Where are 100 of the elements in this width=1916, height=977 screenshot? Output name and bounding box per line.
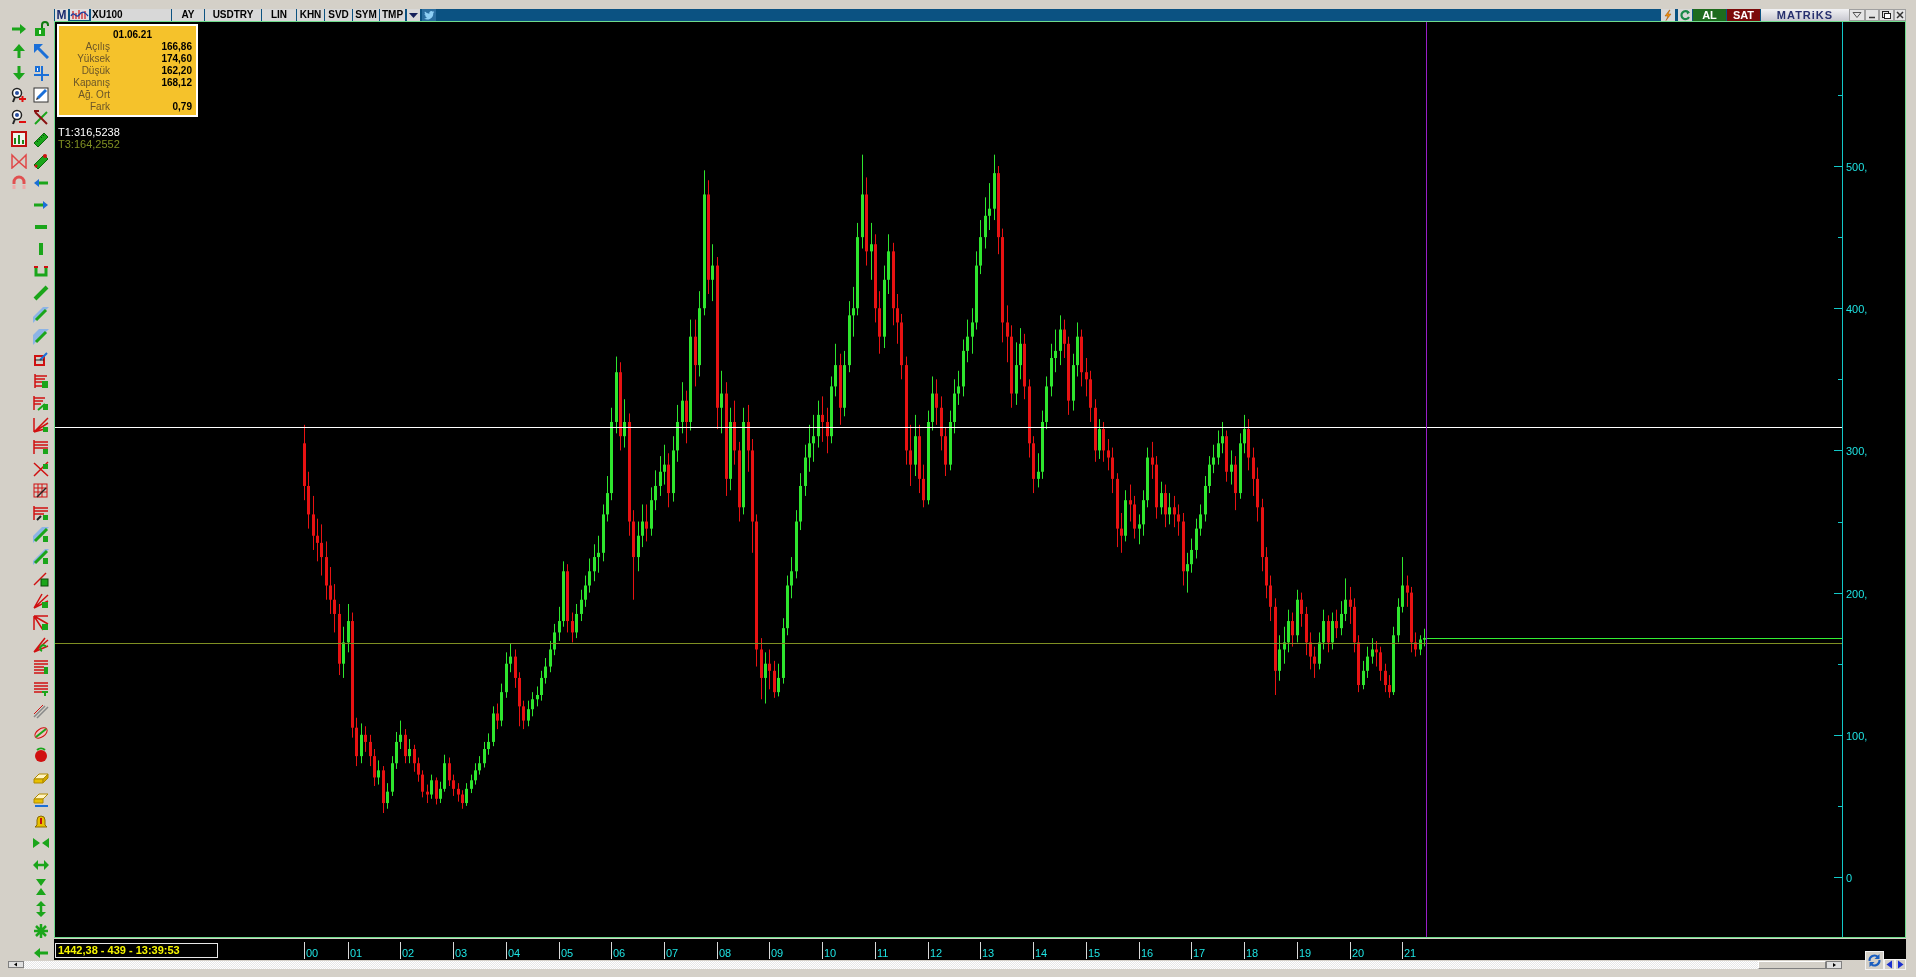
hatched-line-icon[interactable] xyxy=(33,527,49,543)
grid-lines-icon[interactable] xyxy=(33,373,49,389)
line-label: T3:164,2552 xyxy=(57,138,120,150)
axis-label: 15 xyxy=(1088,947,1101,959)
bowtie-icon[interactable] xyxy=(11,153,27,169)
axis-label: 20 xyxy=(1352,947,1365,959)
level-lines-icon[interactable] xyxy=(33,681,49,697)
diagonal-line-icon[interactable] xyxy=(33,285,49,301)
bracket-icon[interactable] xyxy=(33,263,49,279)
symbol-field[interactable]: XU100 xyxy=(91,9,171,21)
axis-label: 01 xyxy=(350,947,363,959)
crossed-lines-icon[interactable] xyxy=(33,109,49,125)
restore-icon[interactable] xyxy=(1879,9,1894,21)
toolbar-button[interactable]: SYM xyxy=(353,9,379,21)
axis-label: 13 xyxy=(982,947,995,959)
axis-label: 11 xyxy=(877,947,889,959)
toolbar-button[interactable]: TMP xyxy=(380,9,405,21)
triangle-right-icon[interactable] xyxy=(1895,959,1906,970)
axis-label: 0 xyxy=(1846,871,1853,884)
grid-box-icon[interactable] xyxy=(33,483,49,499)
axis-label: 300, xyxy=(1846,444,1868,457)
app-badge: M xyxy=(55,9,68,21)
arrows-inward-icon[interactable] xyxy=(33,835,49,851)
crosshair-icon[interactable] xyxy=(33,65,49,81)
axis-label: 07 xyxy=(666,947,679,959)
ellipse-icon[interactable] xyxy=(33,725,49,741)
fan-lines-icon[interactable] xyxy=(33,593,49,609)
arrow-right-icon[interactable] xyxy=(11,21,27,37)
parallel-lines-icon[interactable] xyxy=(33,703,49,719)
axis-label: 00 xyxy=(306,947,319,959)
level-lines-icon[interactable] xyxy=(33,659,49,675)
status-readout: 1442,38 - 439 - 13:39:53 xyxy=(55,943,218,958)
caret-down-icon[interactable] xyxy=(407,9,420,21)
order-button[interactable]: AL xyxy=(1693,9,1726,21)
axis-label: 18 xyxy=(1246,947,1259,959)
info-label: Fark xyxy=(89,101,110,113)
arrows-inward-icon[interactable] xyxy=(33,879,49,895)
info-label: Ağ. Ort xyxy=(77,89,110,101)
fan-lines-icon[interactable] xyxy=(33,417,49,433)
arrow-down-icon[interactable] xyxy=(11,65,27,81)
close-icon[interactable] xyxy=(1894,9,1906,21)
info-label: Düşük xyxy=(80,65,110,77)
axis-label: 02 xyxy=(402,947,415,959)
level-lines-icon[interactable] xyxy=(33,395,49,411)
axis-label: 17 xyxy=(1193,947,1206,959)
scroll-right-icon[interactable] xyxy=(1826,961,1842,969)
pencil-icon[interactable] xyxy=(33,87,49,103)
zoom-in-icon[interactable] xyxy=(11,87,27,103)
eraser-icon[interactable] xyxy=(33,791,49,807)
ruler-icon[interactable] xyxy=(33,131,49,147)
bell-icon[interactable] xyxy=(33,813,49,829)
toolbar-button[interactable]: AY xyxy=(172,9,204,21)
axis-label: 05 xyxy=(561,947,574,959)
ruler-icon[interactable] xyxy=(33,153,49,169)
zoom-out-icon[interactable] xyxy=(11,109,27,125)
toolbar-button[interactable]: LIN xyxy=(262,9,296,21)
order-button[interactable]: SAT xyxy=(1727,9,1760,21)
toolbar-button[interactable]: USDTRY xyxy=(205,9,261,21)
lightning-icon[interactable] xyxy=(1661,9,1675,21)
axis-label: 10 xyxy=(824,947,837,959)
fan-lines-icon[interactable] xyxy=(33,615,49,631)
info-value: 168,12 xyxy=(160,77,192,89)
magnet-icon[interactable] xyxy=(11,175,27,191)
toolbar-button[interactable]: SVD xyxy=(325,9,352,21)
axis-label: 21 xyxy=(1404,947,1417,959)
triangle-down-icon[interactable] xyxy=(1849,9,1865,21)
chart-frame-icon[interactable] xyxy=(11,131,27,147)
hatched-line-icon[interactable] xyxy=(33,329,49,345)
triangle-left-icon[interactable] xyxy=(1884,959,1895,970)
trend-line-icon[interactable] xyxy=(33,571,49,587)
line-label: T1:316,5238 xyxy=(57,126,120,138)
info-value: 166,86 xyxy=(160,41,192,53)
padlock-icon[interactable] xyxy=(33,21,49,37)
circle-icon[interactable] xyxy=(33,747,49,763)
refresh-icon[interactable] xyxy=(1678,9,1692,21)
minimize-icon[interactable] xyxy=(1865,9,1879,21)
level-lines-icon[interactable] xyxy=(33,505,49,521)
info-label: Yüksek xyxy=(76,53,110,65)
info-value: 0,79 xyxy=(171,101,192,113)
scroll-left-icon[interactable] xyxy=(8,961,24,968)
hatched-line-icon[interactable] xyxy=(33,549,49,565)
level-lines-icon[interactable] xyxy=(33,439,49,455)
axis-label: 500, xyxy=(1846,160,1868,173)
sync-icon[interactable] xyxy=(1865,951,1884,970)
toolbar-button[interactable]: KHN xyxy=(297,9,324,21)
axis-label: 06 xyxy=(613,947,626,959)
bars-wave-icon[interactable] xyxy=(70,9,89,20)
arrow-up-icon[interactable] xyxy=(11,43,27,59)
asterisk-icon[interactable] xyxy=(33,923,49,939)
fan-lines-icon[interactable] xyxy=(33,637,49,653)
axis-label: 12 xyxy=(930,947,943,959)
axis-label: 03 xyxy=(455,947,468,959)
cross-lines-icon[interactable] xyxy=(33,461,49,477)
pencil-box-icon[interactable] xyxy=(33,351,49,367)
arrow-left-icon[interactable] xyxy=(33,945,49,961)
arrows-horizontal-icon[interactable] xyxy=(33,857,49,873)
scrollbar-thumb[interactable] xyxy=(1758,961,1826,969)
axis-label: 16 xyxy=(1141,947,1154,959)
arrow-up-left-icon[interactable] xyxy=(33,43,49,59)
hatched-line-icon[interactable] xyxy=(33,307,49,323)
